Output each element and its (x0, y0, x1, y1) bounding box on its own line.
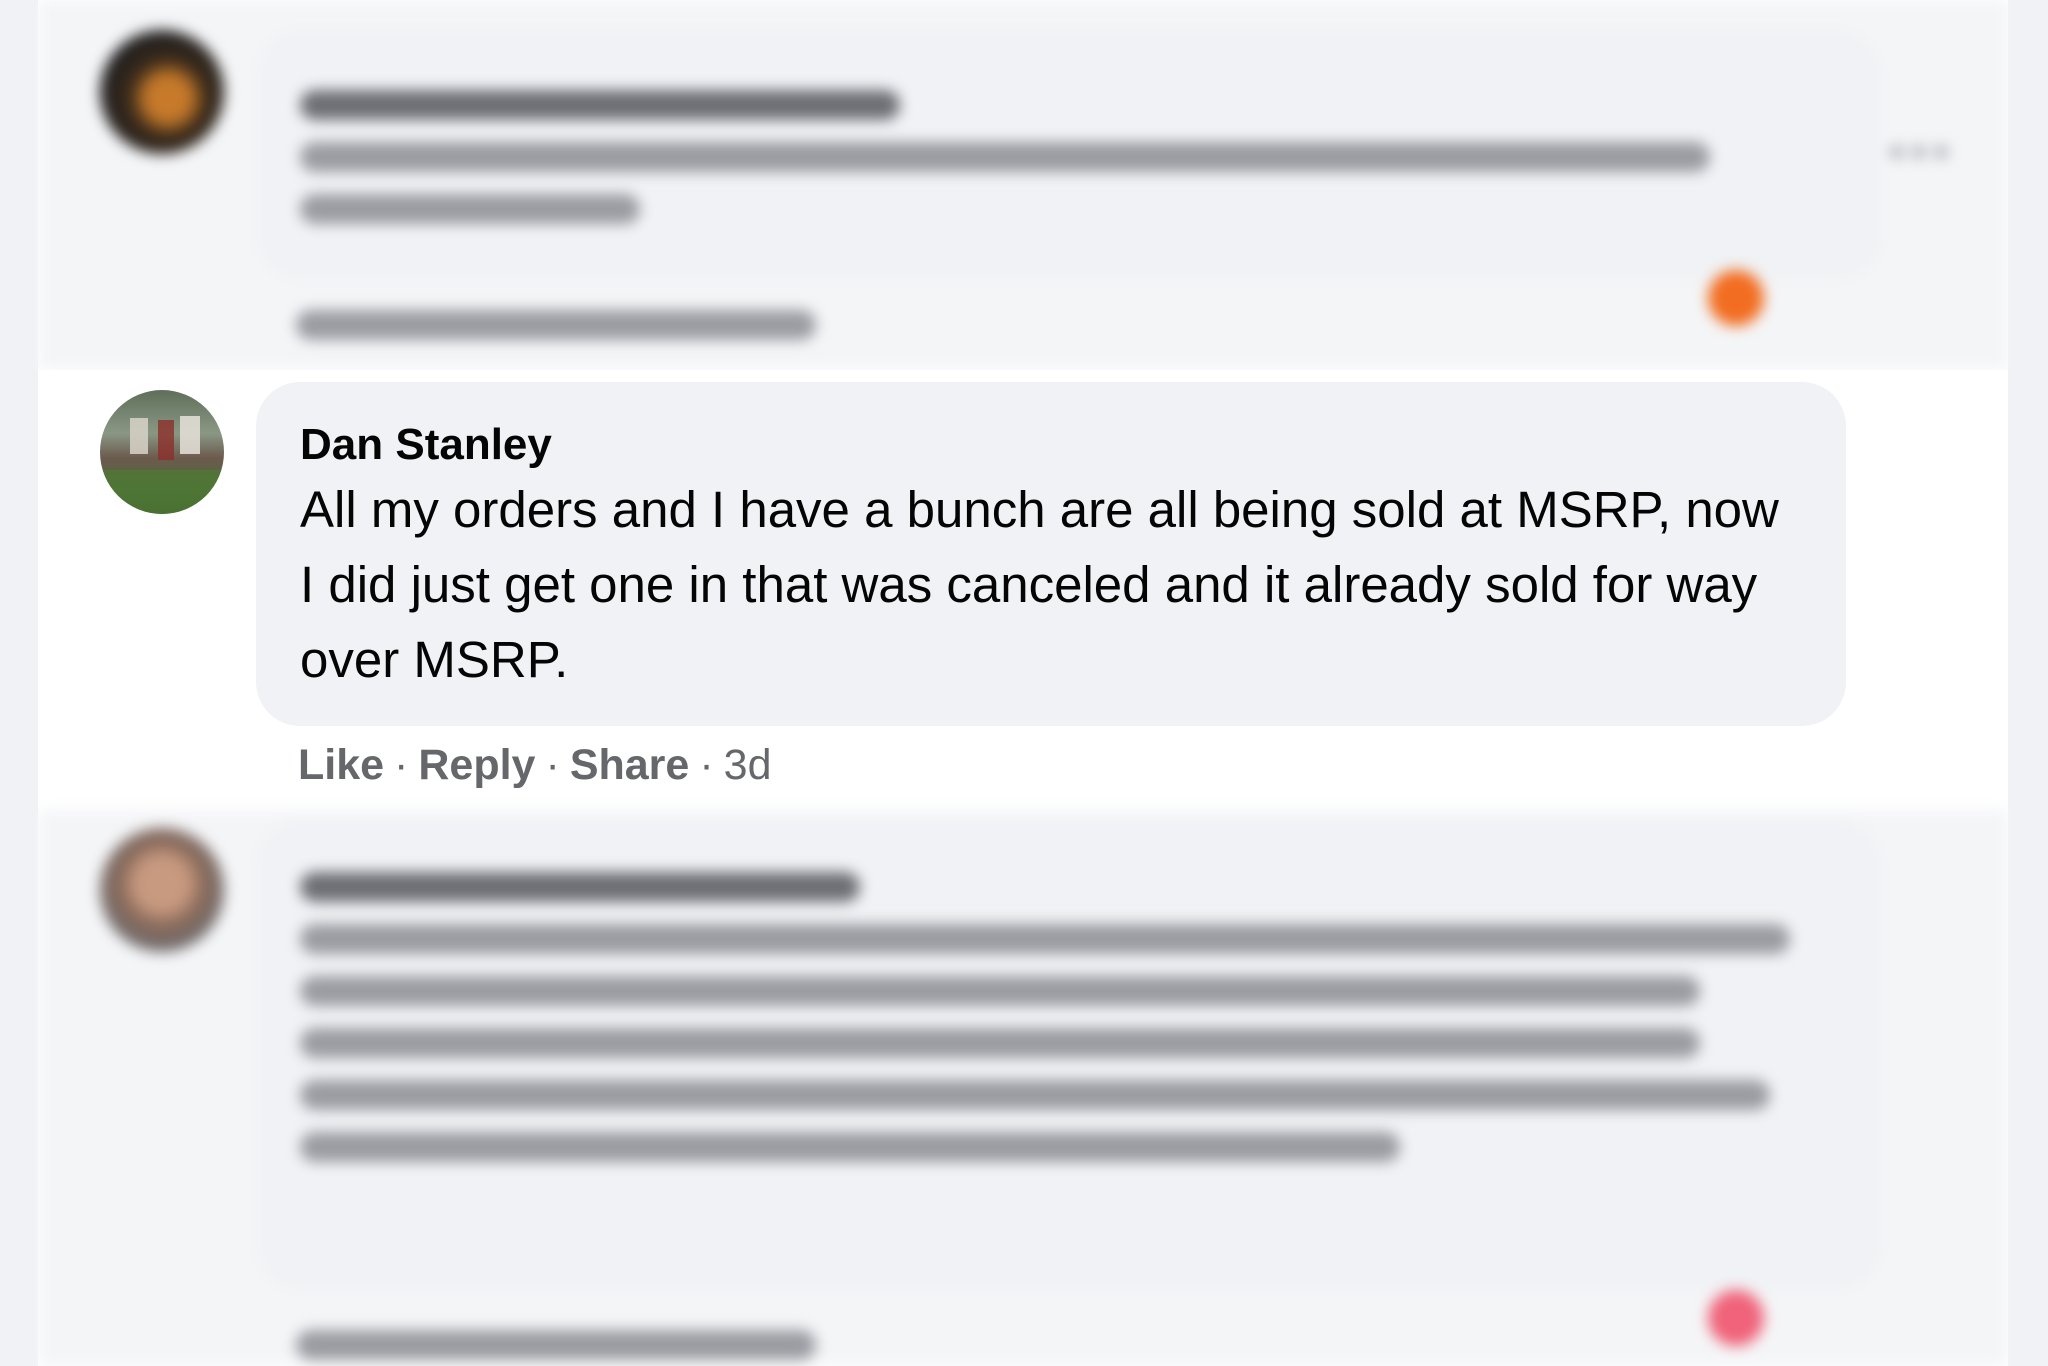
comment-actions: Like · Reply · Share · 3d (298, 740, 772, 790)
comment-actions (296, 310, 816, 340)
share-button[interactable]: Share (570, 741, 690, 789)
separator: · (699, 741, 714, 789)
comment-author[interactable]: Dan Stanley (300, 418, 1802, 472)
more-options-icon[interactable] (1890, 145, 1960, 167)
avatar[interactable] (100, 30, 224, 154)
avatar[interactable] (100, 390, 224, 514)
avatar-photo (100, 416, 224, 514)
comments-feed: Dan Stanley All my orders and I have a b… (38, 0, 2008, 1366)
separator: · (394, 741, 409, 789)
comment-text: All my orders and I have a bunch are all… (300, 481, 1779, 688)
avatar[interactable] (100, 828, 224, 952)
comment-bubble (256, 30, 1882, 280)
reaction-icon[interactable] (1708, 1290, 1764, 1346)
like-button[interactable]: Like (298, 741, 384, 789)
reply-button[interactable]: Reply (418, 741, 535, 789)
comment-blurred-top (38, 0, 2008, 370)
comment-dan-stanley: Dan Stanley All my orders and I have a b… (38, 370, 2008, 810)
separator: · (545, 741, 560, 789)
reaction-icon[interactable] (1708, 270, 1764, 326)
timestamp[interactable]: 3d (724, 741, 772, 789)
comment-actions (296, 1330, 816, 1360)
comment-blurred-bottom (38, 810, 2008, 1366)
comment-bubble: Dan Stanley All my orders and I have a b… (256, 382, 1846, 726)
comment-bubble (256, 820, 1882, 1290)
